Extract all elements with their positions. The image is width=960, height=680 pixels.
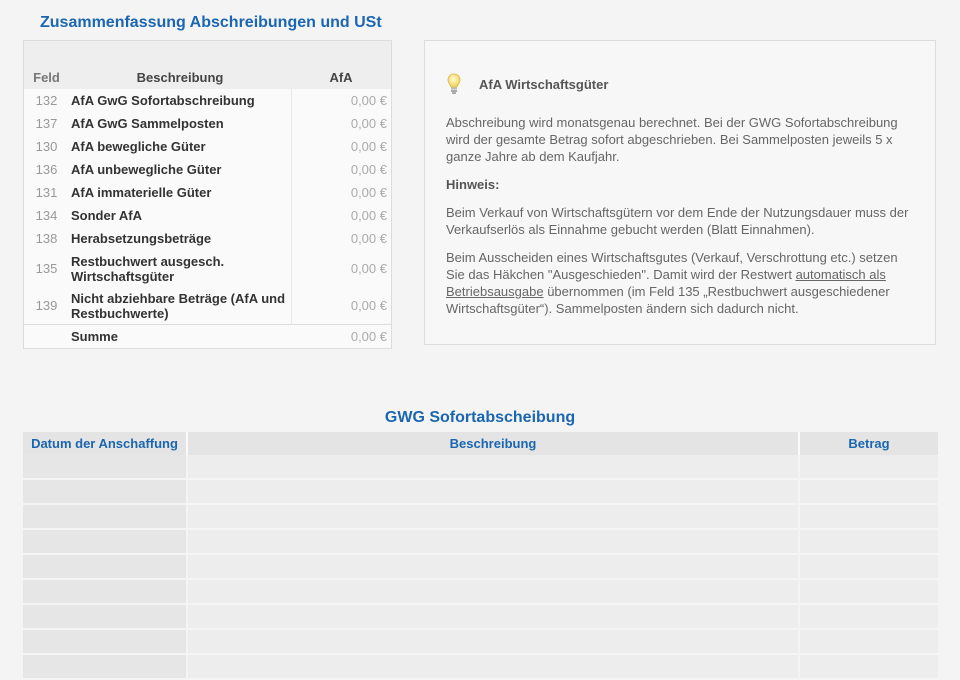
row-feld: 136 [35,162,58,177]
row-label: Nicht abziehbare Beträge (AfA und Restbu… [71,290,286,321]
date-cell[interactable] [23,579,188,605]
date-cell[interactable] [23,554,188,580]
lightbulb-icon [447,73,461,94]
sum-label: Summe [69,324,291,348]
amount-cell[interactable] [799,479,938,505]
amount-cell[interactable] [799,579,938,605]
row-value[interactable]: 0,00 € [290,227,391,250]
sum-feld [24,324,69,348]
row-label: AfA unbewegliche Güter [71,162,222,177]
row-feld: 139 [35,298,58,313]
description-cell[interactable] [187,654,800,680]
header-feld: Feld [33,70,60,85]
gwg-header-row: Datum der Anschaffung Beschreibung Betra… [23,432,938,455]
row-feld: 134 [35,208,58,223]
summary-header-row: Feld Beschreibung AfA [24,41,391,89]
date-cell[interactable] [23,455,188,480]
table-row [23,479,938,505]
row-label: Sonder AfA [71,208,143,223]
table-row [23,579,938,605]
table-row [23,529,938,555]
row-value[interactable]: 0,00 € [290,287,391,325]
header-betrag: Betrag [799,432,938,455]
amount-cell[interactable] [799,629,938,655]
table-row: 134 Sonder AfA 0,00 € [24,204,391,227]
header-beschreibung: Beschreibung [136,70,224,85]
row-value[interactable]: 0,00 € [290,204,391,227]
description-cell[interactable] [187,529,800,555]
row-value[interactable]: 0,00 € [290,112,391,135]
table-row: 137 AfA GwG Sammelposten 0,00 € [24,112,391,135]
row-value[interactable]: 0,00 € [290,158,391,181]
row-feld: 137 [35,116,58,131]
row-value[interactable]: 0,00 € [290,89,391,112]
info-heading-row: AfA Wirtschaftsgüter [447,73,608,95]
description-cell[interactable] [187,554,800,580]
row-label: AfA GwG Sofortabschreibung [71,93,255,108]
table-row: 139 Nicht abziehbare Beträge (AfA und Re… [24,287,391,325]
sum-row: Summe 0,00 € [24,324,391,348]
header-datum: Datum der Anschaffung [23,432,188,455]
gwg-title: GWG Sofortabscheibung [384,409,576,426]
date-cell[interactable] [23,654,188,680]
info-paragraph-3: Beim Ausscheiden eines Wirtschaftsgutes … [446,249,919,317]
info-body: Abschreibung wird monatsgenau berechnet.… [446,114,919,328]
summary-title: Zusammenfassung Abschreibungen und USt [40,14,382,31]
table-row: 135 Restbuchwert ausgesch. Wirtschaftsgü… [24,250,391,287]
row-feld: 131 [35,185,58,200]
amount-cell[interactable] [799,654,938,680]
summary-table-panel: Feld Beschreibung AfA 132 AfA GwG Sofort… [23,40,392,349]
header-afa: AfA [329,70,353,85]
row-value[interactable]: 0,00 € [290,181,391,204]
description-cell[interactable] [187,455,800,480]
description-cell[interactable] [187,629,800,655]
date-cell[interactable] [23,629,188,655]
description-cell[interactable] [187,604,800,630]
row-label: Restbuchwert ausgesch. Wirtschaftsgüter [71,253,225,284]
amount-cell[interactable] [799,455,938,480]
row-feld: 132 [35,93,58,108]
info-paragraph-1: Abschreibung wird monatsgenau berechnet.… [446,115,898,164]
table-row: 131 AfA immaterielle Güter 0,00 € [24,181,391,204]
amount-cell[interactable] [799,504,938,530]
table-row: 136 AfA unbewegliche Güter 0,00 € [24,158,391,181]
gwg-table: Datum der Anschaffung Beschreibung Betra… [23,432,938,680]
row-label: AfA immaterielle Güter [71,185,212,200]
table-row [23,504,938,530]
table-row [23,554,938,580]
header-beschreibung: Beschreibung [187,432,800,455]
info-panel: AfA Wirtschaftsgüter Abschreibung wird m… [424,40,936,345]
table-row [23,654,938,680]
row-label: AfA GwG Sammelposten [71,116,224,131]
table-row [23,604,938,630]
date-cell[interactable] [23,504,188,530]
summary-table: Feld Beschreibung AfA 132 AfA GwG Sofort… [24,41,391,348]
row-label: Herabsetzungsbeträge [71,231,212,246]
info-paragraph-2: Beim Verkauf von Wirtschaftsgütern vor d… [446,205,909,237]
row-label: AfA bewegliche Güter [71,139,206,154]
description-cell[interactable] [187,504,800,530]
amount-cell[interactable] [799,604,938,630]
row-feld: 130 [35,139,58,154]
amount-cell[interactable] [799,554,938,580]
date-cell[interactable] [23,604,188,630]
gwg-table-body [23,455,938,680]
table-row: 130 AfA bewegliche Güter 0,00 € [24,135,391,158]
sum-value: 0,00 € [291,324,391,348]
date-cell[interactable] [23,529,188,555]
table-row [23,455,938,480]
info-hint-label: Hinweis: [446,177,500,192]
description-cell[interactable] [187,479,800,505]
row-value[interactable]: 0,00 € [290,250,391,287]
info-heading: AfA Wirtschaftsgüter [479,76,609,92]
row-feld: 138 [35,231,58,246]
row-value[interactable]: 0,00 € [290,135,391,158]
table-row [23,629,938,655]
row-feld: 135 [35,261,58,276]
amount-cell[interactable] [799,529,938,555]
date-cell[interactable] [23,479,188,505]
description-cell[interactable] [187,579,800,605]
table-row: 132 AfA GwG Sofortabschreibung 0,00 € [24,89,391,112]
table-row: 138 Herabsetzungsbeträge 0,00 € [24,227,391,250]
